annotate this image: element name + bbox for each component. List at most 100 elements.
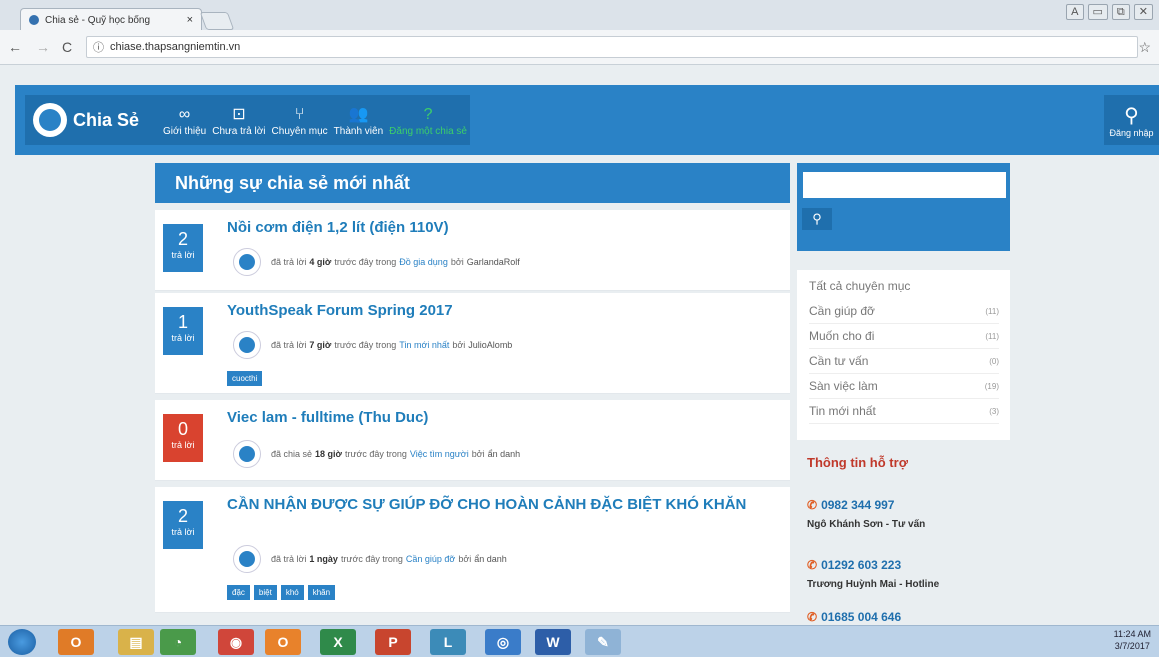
meta-action: đã trả lời (271, 257, 307, 267)
clock-date: 3/7/2017 (1114, 641, 1150, 651)
info-icon[interactable]: ⓘ (93, 39, 104, 55)
question-title[interactable]: Viec lam - fulltime (Thu Duc) (227, 408, 767, 428)
answer-count-badge: 2 trả lời (163, 224, 203, 272)
word-app-icon[interactable]: W (535, 629, 571, 655)
meta-user-link[interactable]: ẩn danh (474, 554, 507, 564)
bookmark-star-icon[interactable]: ☆ (1138, 39, 1151, 56)
meta-category-link[interactable]: Đồ gia dụng (399, 257, 448, 267)
logo-emblem-icon (33, 103, 67, 137)
category-item-advice[interactable]: Cần tư vấn (0) (809, 349, 999, 374)
outlook-app-icon[interactable]: O (58, 629, 94, 655)
avatar[interactable] (233, 248, 261, 276)
nav-item-categories[interactable]: ⑂ Chuyên mục (269, 95, 331, 145)
powerpoint-app-icon[interactable]: P (375, 629, 411, 655)
question-title[interactable]: YouthSpeak Forum Spring 2017 (227, 301, 767, 321)
category-count: (19) (984, 381, 999, 391)
avatar[interactable] (233, 545, 261, 573)
support-phone[interactable]: ✆ 0982 344 997 (807, 498, 1027, 512)
nav-item-about[interactable]: ∞ Giới thiệu (160, 95, 209, 145)
question-meta: đã chia sẻ 18 giờ trước đây trong Việc t… (233, 440, 523, 468)
chrome-window-icon[interactable]: ◎ (485, 629, 521, 655)
tag[interactable]: biệt (253, 585, 277, 600)
category-label: Muốn cho đi (809, 329, 875, 343)
meta-user-link[interactable]: GarlandaRolf (467, 257, 520, 267)
window-controls: A ▭ ⧉ ✕ (1066, 4, 1153, 20)
browser-tab[interactable]: Chia sẻ - Quỹ học bổng × (20, 8, 202, 31)
file-explorer-icon[interactable]: ▤ (118, 629, 154, 655)
paint-app-icon[interactable]: ◔ (160, 629, 196, 655)
answer-count-badge: 2 trả lời (163, 501, 203, 549)
answer-count: 1 (177, 312, 188, 332)
question-title[interactable]: Nồi cơm điện 1,2 lít (điện 110V) (227, 218, 767, 238)
restore-icon[interactable]: ⧉ (1111, 4, 1130, 20)
close-window-icon[interactable]: ✕ (1133, 4, 1153, 20)
nav-item-ask[interactable]: ? Đăng một chia sẻ (386, 95, 470, 145)
publisher-app-icon[interactable]: L (430, 629, 466, 655)
nav-item-unanswered[interactable]: ⊡ Chưa trả lời (209, 95, 268, 145)
chrome-app-icon[interactable]: ◉ (218, 629, 254, 655)
search-input[interactable] (802, 171, 1007, 199)
question-meta: đã trả lời 1 ngày trước đây trong Cần gi… (233, 545, 510, 573)
search-button[interactable]: ⚲ (802, 208, 832, 230)
question-item: 1 trả lời YouthSpeak Forum Spring 2017 đ… (155, 293, 790, 394)
meta-by: bởi (458, 554, 472, 564)
paint-brush-icon[interactable]: ✎ (585, 629, 621, 655)
support-contact-name: Ngô Khánh Sơn - Tư vấn (807, 519, 926, 530)
phone-icon: ✆ (807, 610, 818, 624)
unanswered-icon: ⊡ (232, 105, 246, 123)
category-item-give[interactable]: Muốn cho đi (11) (809, 324, 999, 349)
favicon-icon (29, 15, 39, 25)
profile-icon[interactable]: A (1066, 4, 1084, 20)
category-item-all[interactable]: Tất cả chuyên mục (809, 274, 999, 298)
meta-time: 4 giờ (309, 257, 332, 267)
category-label: Cần giúp đỡ (809, 304, 875, 318)
support-phone[interactable]: ✆ 01292 603 223 (807, 558, 1027, 572)
reload-icon[interactable]: C (62, 39, 72, 55)
login-label: Đăng nhập (1109, 127, 1154, 138)
infinity-icon: ∞ (178, 105, 191, 123)
excel-app-icon[interactable]: X (320, 629, 356, 655)
minimize-icon[interactable]: ▭ (1087, 4, 1108, 20)
category-label: Cần tư vấn (809, 354, 869, 368)
forward-icon[interactable]: → (36, 39, 50, 55)
question-title[interactable]: CẦN NHẬN ĐƯỢC SỰ GIÚP ĐỠ CHO HOÀN CẢNH Đ… (227, 495, 767, 515)
new-tab-button[interactable] (199, 12, 235, 30)
meta-time: 18 giờ (315, 449, 342, 459)
tag[interactable]: khăn (307, 585, 336, 600)
meta-user-link[interactable]: JulioAlomb (468, 340, 512, 350)
back-icon[interactable]: ← (8, 39, 22, 55)
close-tab-icon[interactable]: × (187, 14, 193, 26)
answer-count-label: trả lời (171, 333, 195, 343)
category-item-help[interactable]: Cần giúp đỡ (11) (809, 299, 999, 324)
site-logo[interactable]: Chia Sẻ (25, 95, 160, 145)
meta-by: bởi (450, 257, 464, 267)
meta-user-link[interactable]: ẩn danh (488, 449, 521, 459)
avatar[interactable] (233, 440, 261, 468)
login-button[interactable]: ⚲ Đăng nhập (1104, 95, 1159, 145)
tag[interactable]: cuocthi (227, 371, 263, 386)
site-header: Chia Sẻ ∞ Giới thiệu ⊡ Chưa trả lời ⑂ Ch… (15, 85, 1159, 155)
meta-category-link[interactable]: Tin mới nhất (399, 340, 449, 350)
outlook-mail-icon[interactable]: O (265, 629, 301, 655)
tag[interactable]: khó (280, 585, 304, 600)
meta-time: 1 ngày (309, 554, 338, 564)
clock-time: 11:24 AM (1113, 629, 1151, 639)
nav-item-members[interactable]: 👥 Thành viên (331, 95, 386, 145)
users-icon: 👥 (348, 105, 369, 123)
tag[interactable]: đặc (227, 585, 250, 600)
meta-time: 7 giờ (309, 340, 332, 350)
question-item: 2 trả lời CẦN NHẬN ĐƯỢC SỰ GIÚP ĐỠ CHO H… (155, 487, 790, 613)
url-field[interactable]: ⓘ chiase.thapsangniemtin.vn (86, 36, 1138, 58)
meta-category-link[interactable]: Cần giúp đỡ (406, 554, 455, 564)
category-item-jobs[interactable]: Sàn việc làm (19) (809, 374, 999, 399)
nav-label: Giới thiệu (163, 125, 207, 137)
avatar[interactable] (233, 331, 261, 359)
support-phone[interactable]: ✆ 01685 004 646 (807, 610, 1027, 624)
meta-ago: trước đây trong (334, 257, 397, 267)
start-button-icon[interactable] (8, 629, 36, 655)
system-clock[interactable]: 11:24 AM 3/7/2017 (1114, 628, 1151, 652)
meta-category-link[interactable]: Việc tìm người (410, 449, 469, 459)
branch-icon: ⑂ (294, 105, 305, 123)
category-item-news[interactable]: Tin mới nhất (3) (809, 399, 999, 424)
support-heading: Thông tin hỗ trợ (807, 455, 908, 470)
